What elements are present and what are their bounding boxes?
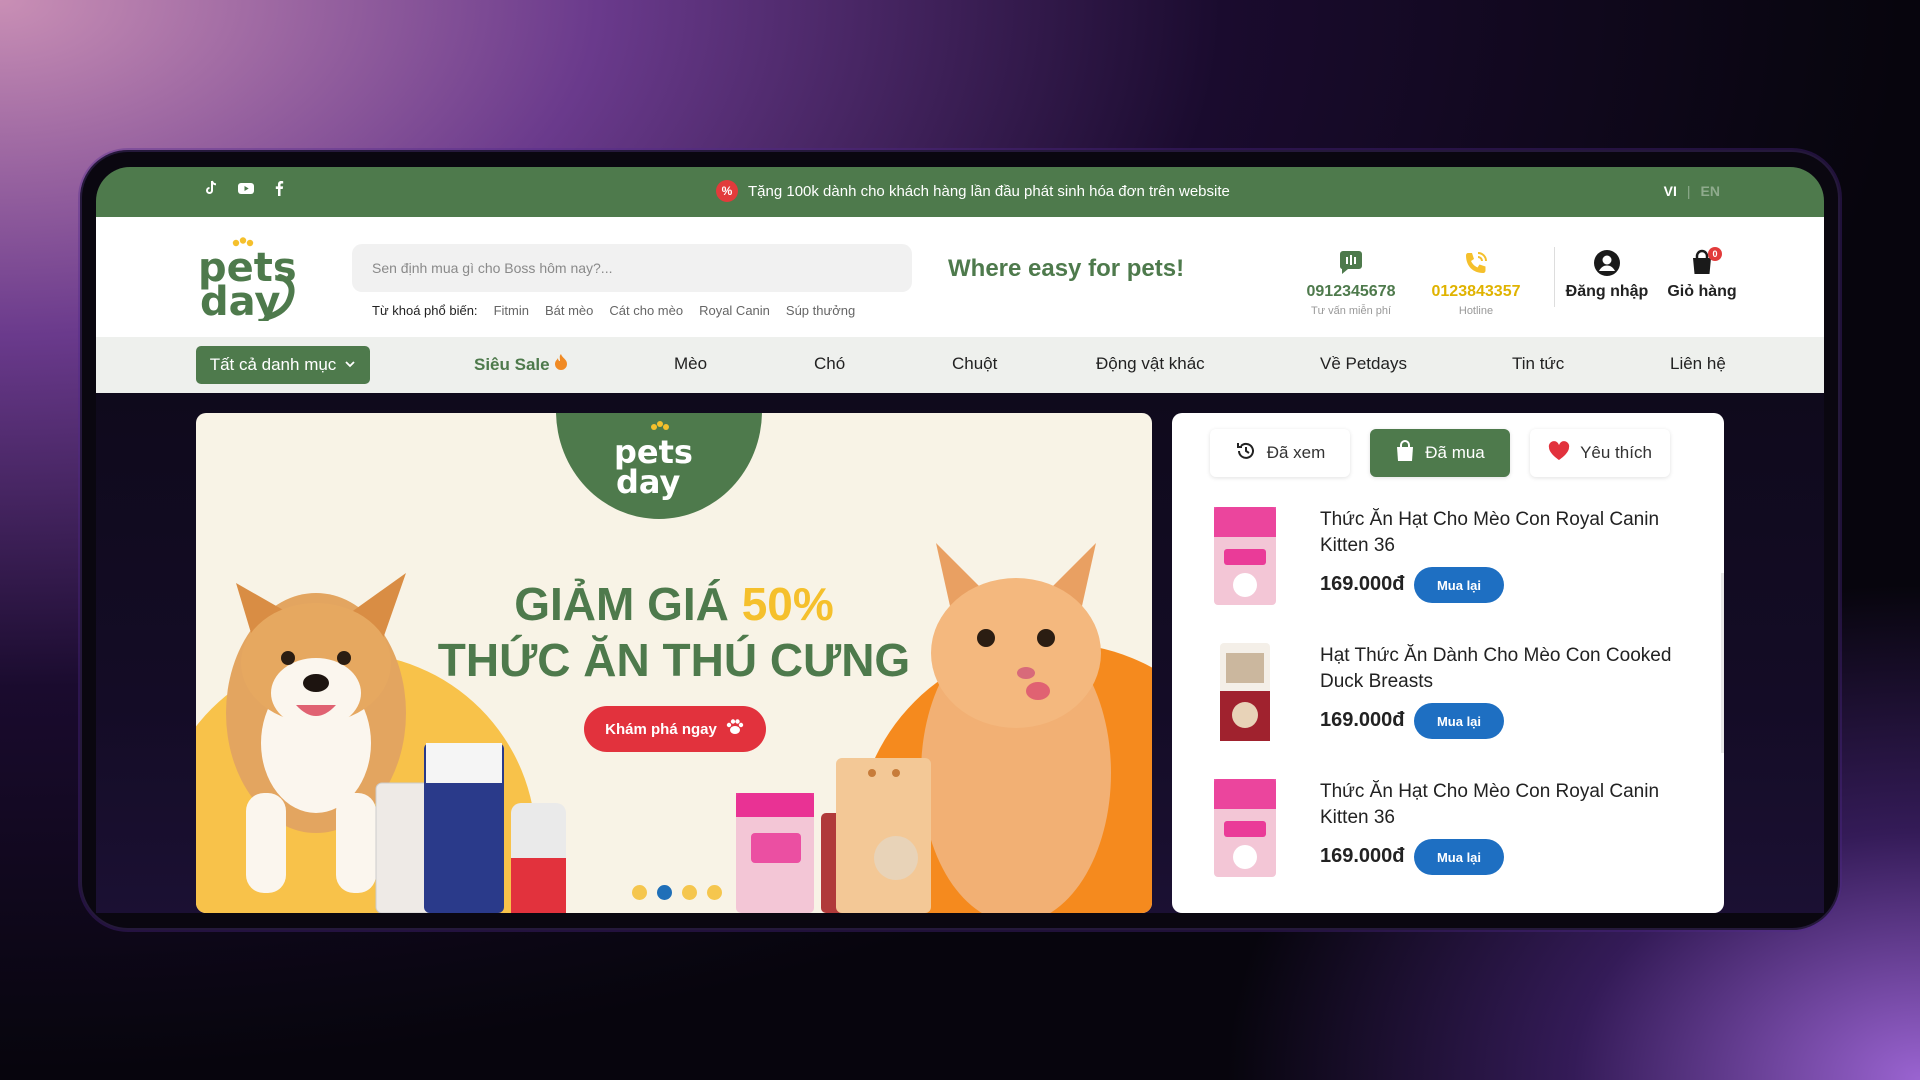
all-categories-button[interactable]: Tất cả danh mục [196, 346, 370, 384]
keyword-link[interactable]: Bát mèo [545, 303, 593, 318]
tab-da-xem[interactable]: Đã xem [1210, 429, 1350, 477]
keywords-label: Từ khoá phổ biến: [372, 303, 478, 318]
heart-icon [1548, 440, 1570, 466]
main-navigation: Tất cả danh mục Siêu Sale Mèo Chó Chuột … [96, 337, 1824, 393]
user-icon [1593, 249, 1621, 277]
headline-highlight: 50% [741, 578, 834, 630]
history-icon [1235, 440, 1257, 467]
panel-scrollbar[interactable] [1721, 573, 1724, 753]
youtube-icon[interactable] [237, 180, 254, 196]
carousel-dots [632, 885, 722, 900]
rebuy-button[interactable]: Mua lại [1414, 839, 1504, 875]
banner-headline: GIẢM GIÁ 50% [196, 577, 1152, 631]
hotline-contact[interactable]: 0123843357 Hotline [1411, 249, 1541, 317]
explore-now-button[interactable]: Khám phá ngay [584, 706, 766, 752]
product-name[interactable]: Thức Ăn Hạt Cho Mèo Con Royal Canin Kitt… [1320, 507, 1700, 559]
carousel-dot-active[interactable] [657, 885, 672, 900]
tab-label: Yêu thích [1580, 443, 1652, 462]
cart-label: Giỏ hàng [1667, 283, 1737, 300]
facebook-icon[interactable] [271, 180, 287, 196]
nav-item-cho[interactable]: Chó [814, 354, 845, 374]
nav-item-tin-tuc[interactable]: Tin tức [1512, 354, 1564, 374]
rebuy-button[interactable]: Mua lại [1414, 703, 1504, 739]
tab-label: Đã xem [1266, 443, 1326, 462]
tab-yeu-thich[interactable]: Yêu thích [1530, 429, 1670, 477]
shopping-bag-icon [1395, 439, 1415, 467]
hotline-phone: 0123843357 [1431, 283, 1521, 300]
hotline-label: Hotline [1458, 305, 1494, 317]
language-switcher: VI | EN [1664, 183, 1720, 199]
nav-item-dong-vat-khac[interactable]: Động vật khác [1096, 354, 1205, 374]
site-header: pets day Từ khoá phổ biến: Fitmin Bát mè… [96, 217, 1824, 337]
site-tagline: Where easy for pets! [948, 255, 1185, 282]
cart-count-badge: 0 [1708, 247, 1722, 261]
cta-label: Khám phá ngay [605, 720, 717, 738]
product-name[interactable]: Thức Ăn Hạt Cho Mèo Con Royal Canin Kitt… [1320, 779, 1700, 831]
banner-subheadline: THỨC ĂN THÚ CƯNG [437, 634, 911, 686]
product-name[interactable]: Hạt Thức Ăn Dành Cho Mèo Con Cooked Duck… [1320, 643, 1700, 695]
petsday-logo[interactable]: pets day [196, 237, 306, 325]
keyword-link[interactable]: Fitmin [494, 303, 529, 318]
top-promo-bar: % Tặng 100k dành cho khách hàng lần đầu … [96, 167, 1824, 217]
headline-prefix: GIẢM GIÁ [514, 578, 729, 630]
nav-item-sieu-sale[interactable]: Siêu Sale [474, 354, 568, 375]
phone-ringing-icon [1462, 249, 1490, 277]
all-categories-label: Tất cả danh mục [209, 355, 337, 374]
chat-support-icon [1337, 249, 1365, 277]
search-input[interactable] [352, 244, 912, 292]
nav-item-meo[interactable]: Mèo [674, 354, 707, 374]
lang-vi[interactable]: VI [1664, 183, 1677, 199]
tab-da-mua[interactable]: Đã mua [1370, 429, 1510, 477]
keyword-link[interactable]: Cát cho mèo [609, 303, 683, 318]
carousel-dot[interactable] [682, 885, 697, 900]
product-price: 169.000đ [1320, 709, 1405, 731]
cart-button[interactable]: 0 Giỏ hàng [1652, 247, 1752, 301]
nav-item-ve-petdays[interactable]: Về Petdays [1320, 354, 1407, 374]
product-image [1212, 777, 1278, 879]
promo-text: Tặng 100k dành cho khách hàng lần đầu ph… [748, 182, 1230, 200]
hero-banner[interactable]: pets day GIẢM GIÁ 50% THỨC ĂN THÚ CƯNG K… [196, 413, 1152, 913]
history-panel: Đã xem Đã mua Yêu thích Thức Ăn Hạt Cho … [1172, 413, 1724, 913]
browser-screen: % Tặng 100k dành cho khách hàng lần đầu … [96, 167, 1824, 913]
keyword-link[interactable]: Súp thưởng [786, 303, 855, 318]
nav-item-lien-he[interactable]: Liên hệ [1670, 354, 1726, 374]
product-image [1212, 505, 1278, 607]
carousel-dot[interactable] [632, 885, 647, 900]
product-price: 169.000đ [1320, 845, 1405, 867]
consult-phone: 0912345678 [1306, 283, 1396, 300]
purchased-product[interactable]: Thức Ăn Hạt Cho Mèo Con Royal Canin Kitt… [1212, 777, 1702, 887]
chevron-down-icon [344, 355, 356, 375]
consult-contact[interactable]: 0912345678 Tư vấn miễn phí [1286, 249, 1416, 317]
popular-keywords: Từ khoá phổ biến: Fitmin Bát mèo Cát cho… [372, 303, 855, 318]
history-tabs: Đã xem Đã mua Yêu thích [1210, 429, 1670, 477]
login-button[interactable]: Đăng nhập [1552, 249, 1662, 301]
product-image [1212, 641, 1278, 743]
keyword-link[interactable]: Royal Canin [699, 303, 770, 318]
promo-message: % Tặng 100k dành cho khách hàng lần đầu … [716, 180, 1230, 202]
carousel-dot[interactable] [707, 885, 722, 900]
login-label: Đăng nhập [1565, 283, 1649, 300]
nav-item-label: Siêu Sale [474, 355, 550, 374]
tab-label: Đã mua [1425, 443, 1485, 462]
consult-label: Tư vấn miễn phí [1310, 305, 1392, 317]
svg-text:day: day [616, 463, 681, 501]
lang-en[interactable]: EN [1701, 183, 1720, 199]
rebuy-button[interactable]: Mua lại [1414, 567, 1504, 603]
purchased-product[interactable]: Hạt Thức Ăn Dành Cho Mèo Con Cooked Duck… [1212, 641, 1702, 751]
tiktok-icon[interactable] [203, 180, 219, 196]
lang-separator: | [1686, 183, 1691, 199]
product-price: 169.000đ [1320, 573, 1405, 595]
nav-item-chuot[interactable]: Chuột [952, 354, 997, 374]
fire-icon [554, 354, 568, 374]
banner-logo-badge: pets day [556, 413, 762, 519]
purchased-product[interactable]: Thức Ăn Hạt Cho Mèo Con Royal Canin Kitt… [1212, 505, 1702, 615]
paw-icon [725, 717, 745, 741]
social-links [203, 180, 287, 196]
discount-icon: % [716, 180, 738, 202]
